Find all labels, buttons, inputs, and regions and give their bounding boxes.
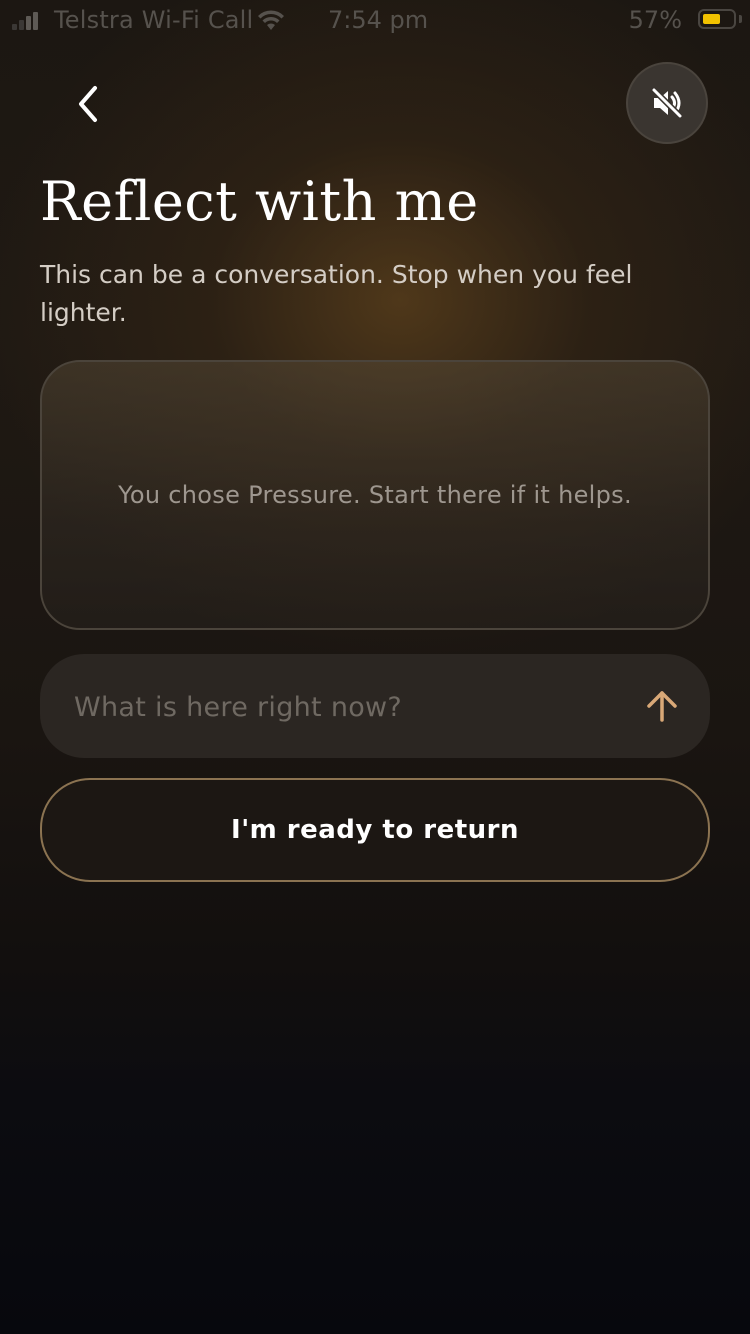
- carrier-name: Telstra Wi-Fi Call: [54, 6, 254, 34]
- back-button[interactable]: [58, 74, 118, 134]
- speaker-muted-icon: [651, 87, 683, 119]
- mute-toggle-button[interactable]: [626, 62, 708, 144]
- page-subtitle: This can be a conversation. Stop when yo…: [40, 260, 633, 327]
- status-bar: Telstra Wi-Fi Call 7:54 pm 57%: [0, 0, 750, 40]
- wifi-icon: [258, 10, 284, 30]
- battery-icon: [698, 9, 736, 29]
- chevron-left-icon: [79, 86, 97, 122]
- battery-percent: 57%: [628, 6, 682, 34]
- status-time: 7:54 pm: [328, 6, 429, 34]
- message-composer: [40, 654, 710, 760]
- battery-level: [703, 14, 720, 24]
- send-button[interactable]: [640, 684, 684, 728]
- signal-icon: [12, 10, 46, 30]
- prompt-card: You chose Pressure. Start there if it he…: [40, 360, 710, 630]
- ready-to-return-button[interactable]: I'm ready to return: [40, 778, 710, 882]
- page-title: Reflect with me: [40, 170, 479, 233]
- arrow-up-icon: [647, 691, 677, 722]
- message-input[interactable]: [72, 654, 616, 760]
- battery-nub: [739, 15, 742, 23]
- prompt-text: You chose Pressure. Start there if it he…: [118, 481, 632, 509]
